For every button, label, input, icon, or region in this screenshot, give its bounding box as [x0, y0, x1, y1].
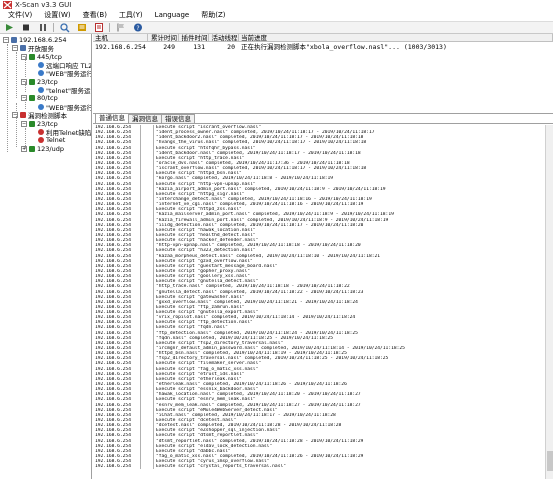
log-ip: 192.168.6.254: [93, 464, 141, 470]
host-list-row[interactable]: 192.168.6.254 249 131 20 正在执行漏洞检测脚本"xbola_ov…: [93, 43, 553, 52]
title-bar: X-Scan v3.3 GUI: [0, 0, 553, 9]
pause-button[interactable]: [36, 22, 49, 33]
tree-node-label: 123/udp: [37, 144, 64, 153]
pause-icon: [39, 24, 46, 31]
tab-0[interactable]: 普通信息: [95, 113, 129, 123]
log-message: Execute script "crystal_reports_traversa…: [156, 464, 286, 470]
info-icon: [38, 87, 44, 94]
folder-icon: [20, 112, 26, 119]
host-tree[interactable]: −192.168.6.254− 开放服务 −445/tcp 远端口响应 TL2 "WEB…: [0, 34, 92, 479]
tree-collapse-icon[interactable]: −: [12, 112, 18, 119]
scan-button[interactable]: [58, 22, 71, 33]
info-tabs: 普通信息 漏洞信息 错误信息: [93, 113, 553, 124]
column-header[interactable]: 当前进度: [239, 34, 553, 42]
info-icon: [38, 70, 44, 77]
tree-node[interactable]: "WEB"服务运行: [30, 69, 91, 78]
stop-icon: [22, 24, 29, 31]
host-cell: 正在执行漏洞检测脚本"xbola_overflow.nasl"... (1003…: [241, 43, 447, 51]
tree-connector: [16, 103, 17, 147]
flag-icon: [117, 23, 124, 32]
column-header[interactable]: 主机: [93, 34, 148, 42]
tab-2[interactable]: 错误信息: [161, 114, 195, 123]
port-icon: [29, 78, 35, 85]
app-icon: [3, 0, 12, 9]
log-list: 192.168.6.254 Execute script "iscrant_ove…: [93, 125, 545, 479]
tree-expand-icon[interactable]: +: [21, 145, 27, 152]
log-marker: [141, 464, 154, 470]
tree-connector: [16, 52, 17, 98]
tree-connector: [7, 44, 8, 152]
port-icon: [29, 145, 35, 152]
tab-1[interactable]: 漏洞信息: [128, 114, 162, 123]
log-scrollbar[interactable]: [545, 125, 553, 479]
tree-collapse-icon[interactable]: −: [21, 95, 27, 102]
column-header[interactable]: 插件时间: [179, 34, 209, 42]
help-button[interactable]: ?: [131, 22, 144, 33]
tree-node[interactable]: − 开放服务: [12, 44, 54, 53]
settings-icon: [77, 24, 86, 31]
menu-item-3[interactable]: 工具(Y): [113, 10, 149, 20]
toolbar: ?: [0, 21, 553, 34]
info-icon: [38, 103, 44, 110]
toolbar-separator: [53, 23, 54, 32]
play-icon: [5, 24, 13, 31]
scrollbar-thumb[interactable]: [547, 451, 553, 471]
menu-item-5[interactable]: 帮助(Z): [195, 10, 231, 20]
host-list: 主机 累计时间 插件时间 活动线程 当前进度 192.168.6.254 249 131 20…: [93, 34, 553, 114]
menu-bar: 文件(V) 设置(W) 查看(B) 工具(Y) Language 帮助(Z): [0, 9, 553, 21]
menu-item-0[interactable]: 文件(V): [2, 10, 38, 20]
tree-node[interactable]: − 漏洞检测脚本: [12, 111, 67, 120]
tree-node[interactable]: 利用Telnet缺陷: [30, 128, 91, 137]
tree-node[interactable]: "telnet"服务运: [30, 86, 91, 95]
host-cell: 131: [193, 43, 205, 51]
host-icon: [11, 37, 17, 43]
report-icon: [94, 23, 103, 32]
port-icon: [29, 95, 35, 102]
report-button[interactable]: [92, 22, 105, 33]
scan-icon: [59, 23, 69, 33]
tree-connector: [25, 57, 26, 77]
tree-connector: [25, 99, 26, 109]
tree-collapse-icon[interactable]: −: [12, 45, 18, 52]
port-icon: [29, 53, 35, 60]
tree-node[interactable]: Telnet: [30, 136, 65, 144]
window-title: X-Scan v3.3 GUI: [15, 0, 72, 9]
svg-text:?: ?: [136, 25, 139, 32]
tree-node-label: Telnet: [46, 136, 66, 145]
menu-item-4[interactable]: Language: [149, 11, 196, 19]
tree-collapse-icon[interactable]: −: [3, 37, 9, 43]
flag-button[interactable]: [114, 22, 127, 33]
port-icon: [29, 120, 35, 127]
help-icon: ?: [133, 23, 142, 32]
tree-node[interactable]: +123/udp: [21, 145, 64, 153]
host-cell: 192.168.6.254: [95, 43, 146, 51]
settings-button[interactable]: [75, 22, 88, 33]
folder-icon: [20, 45, 26, 52]
info-icon: [38, 137, 44, 144]
toolbar-separator: [109, 23, 110, 32]
host-list-header: 主机 累计时间 插件时间 活动线程 当前进度: [93, 34, 553, 42]
main-panel: 主机 累计时间 插件时间 活动线程 当前进度 192.168.6.254 249 131 20…: [93, 34, 553, 479]
column-header[interactable]: 累计时间: [148, 34, 179, 42]
play-button[interactable]: [2, 22, 15, 33]
stop-button[interactable]: [19, 22, 32, 33]
host-cell: 249: [163, 43, 175, 51]
info-icon: [38, 62, 44, 69]
tree-collapse-icon[interactable]: −: [21, 53, 27, 60]
tree-collapse-icon[interactable]: −: [21, 78, 27, 85]
column-header[interactable]: 活动线程: [209, 34, 239, 42]
menu-item-1[interactable]: 设置(W): [38, 10, 76, 20]
info-icon: [38, 128, 44, 135]
host-cell: 20: [227, 43, 235, 51]
tree-collapse-icon[interactable]: −: [21, 120, 27, 127]
log-row: 192.168.6.254 Execute script "crystal_rep…: [93, 464, 545, 470]
menu-item-2[interactable]: 查看(B): [77, 10, 113, 20]
tree-connector: [25, 128, 26, 148]
tree-connector: [25, 82, 26, 92]
